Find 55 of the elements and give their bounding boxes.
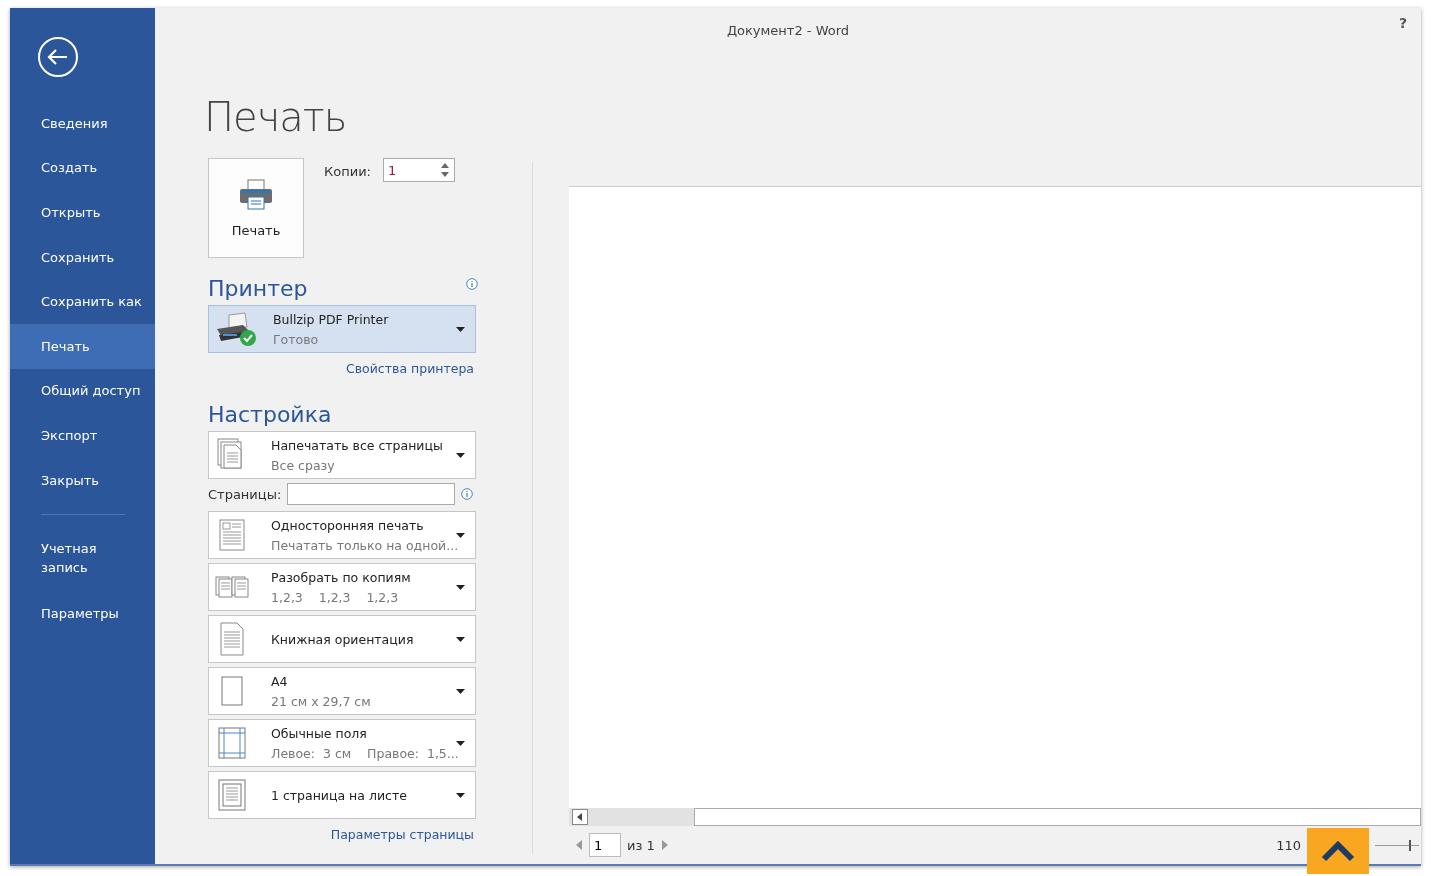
page-icon	[215, 777, 249, 813]
nav-item[interactable]: Печать	[10, 323, 155, 369]
settings-dropdown[interactable]: Обычные поля Левое: 3 см Правое: 1,5...	[208, 719, 476, 767]
nav-item[interactable]: Открыть	[10, 190, 155, 235]
printer-icon	[238, 178, 274, 211]
scroll-left-icon[interactable]	[572, 809, 588, 825]
caret-icon	[456, 452, 465, 458]
zoom-slider-thumb[interactable]	[1408, 839, 1411, 851]
caret-icon	[456, 326, 465, 332]
nav-item[interactable]: Закрыть	[10, 457, 155, 503]
window-title: Документ2 - Word	[726, 22, 850, 38]
nav-item[interactable]: Учетная запись	[10, 531, 130, 586]
settings-dropdown[interactable]: Книжная ориентация	[208, 615, 476, 663]
printer-ready-icon	[215, 311, 259, 347]
pages-field[interactable]	[287, 483, 456, 505]
margins-icon	[215, 725, 249, 761]
settings-dropdown[interactable]: 1 страница на листе	[208, 771, 476, 819]
settings-dropdown[interactable]: Односторонняя печать Печатать только на одной...	[208, 511, 476, 559]
nav-item[interactable]: Параметры	[10, 596, 130, 632]
page-title: Печать	[204, 94, 348, 140]
print-button[interactable]: Печать	[208, 158, 304, 258]
printer-properties-link[interactable]: Свойства принтера	[346, 361, 474, 376]
pages-label: Страницы:	[208, 486, 282, 502]
spin-arrows-icon	[439, 161, 450, 179]
page-count: из 1	[627, 837, 655, 853]
copies-spinner[interactable]: 1	[382, 158, 455, 182]
horizontal-scrollbar[interactable]	[569, 808, 1421, 826]
nav-item[interactable]: Сведения	[10, 101, 155, 146]
settings-dropdown[interactable]: Разобрать по копиям 1,2,3 1,2,3 1,2,3	[208, 563, 476, 611]
page-number-field[interactable]: 1	[589, 833, 621, 857]
help-button[interactable]: ?	[1392, 14, 1413, 32]
info-icon	[461, 488, 474, 500]
caret-icon	[456, 532, 465, 538]
info-icon	[466, 278, 478, 290]
back-button[interactable]	[37, 36, 79, 78]
settings-dropdown[interactable]: Напечатать все страницы Все сразу	[208, 431, 476, 479]
settings-dropdown[interactable]: A4 21 см x 29,7 см	[208, 667, 476, 715]
zoom-level: 110	[1276, 837, 1301, 853]
caret-icon	[456, 792, 465, 798]
caret-icon	[456, 688, 465, 694]
caret-icon	[456, 740, 465, 746]
chevron-up-icon	[1321, 840, 1355, 862]
section-heading: Настройка	[208, 402, 333, 427]
nav-item[interactable]: Экспорт	[10, 413, 155, 458]
nav-item[interactable]: Сохранить	[10, 234, 155, 280]
printer-dropdown[interactable]: Bullzip PDF Printer Готово	[208, 305, 476, 353]
section-heading: Принтер	[208, 276, 308, 301]
page-setup-link[interactable]: Параметры страницы	[330, 827, 474, 842]
caret-icon	[456, 584, 465, 590]
caret-icon	[456, 636, 465, 642]
nav-item[interactable]: Сохранить как	[10, 279, 155, 324]
nav-item[interactable]: Создать	[10, 145, 155, 191]
scroll-to-top-button[interactable]	[1307, 828, 1369, 874]
copies-label: Копии:	[324, 164, 371, 179]
nav-item[interactable]: Общий доступ	[10, 368, 155, 414]
